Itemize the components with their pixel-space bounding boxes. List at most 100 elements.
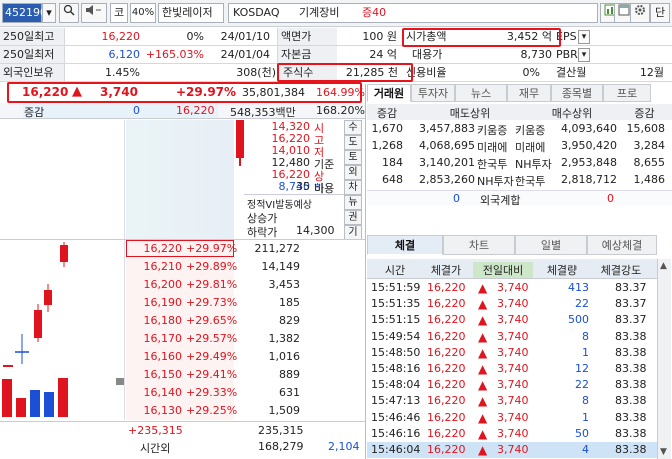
trade-price: 16,220: [427, 313, 466, 327]
trade-time: 15:51:35: [371, 297, 421, 311]
trade-change: 3,740: [497, 443, 529, 456]
margin-pct: 40%: [130, 3, 156, 23]
bid-price: 16,220: [143, 242, 183, 255]
trade-tab-2[interactable]: 일별: [515, 235, 587, 255]
side-tab-1[interactable]: 도: [344, 135, 362, 150]
side-tab-5[interactable]: 뉴: [344, 195, 362, 210]
broker-tab-2[interactable]: 뉴스: [455, 84, 507, 102]
up-arrow-icon: ▲: [478, 443, 488, 457]
trade-tab-bar: 체결 차트 일별 예상체결: [367, 235, 657, 255]
bid-qty: 829: [279, 314, 300, 327]
broker-tab-0[interactable]: 거래원: [367, 84, 411, 102]
bid-rate: +29.33%: [186, 386, 238, 399]
eps-dropdown-icon[interactable]: ▾: [578, 30, 590, 44]
foreign-label: 외국계합: [480, 194, 521, 207]
trade-row[interactable]: 15:46:04 16,220 ▲ 3,740 4 83.38: [367, 442, 657, 458]
dan-button[interactable]: 단: [650, 3, 670, 23]
side-tab-6[interactable]: 권: [344, 210, 362, 225]
broker-sell-qty: 4,068,695: [419, 139, 475, 152]
trade-header-4: 체결강도: [600, 264, 642, 277]
bid-rate: +29.41%: [186, 368, 238, 381]
day-candle-wick: [239, 158, 241, 166]
trade-tab-3[interactable]: 예상체결: [587, 235, 657, 255]
side-tab-7[interactable]: 기: [344, 225, 362, 240]
info-high-pct: 0%: [186, 30, 204, 43]
info-foreign-qty: 308(천): [236, 66, 276, 79]
broker-sell-delta: 184: [382, 156, 403, 169]
trade-change: 3,740: [497, 394, 529, 408]
trade-tab-0[interactable]: 체결: [367, 235, 443, 255]
trade-qty: 1: [582, 345, 589, 359]
broker-row[interactable]: 1,268 4,068,695 미래에 미래에 3,950,420 3,284: [367, 139, 672, 155]
trade-qty: 22: [575, 297, 589, 311]
broker-header-1: 매도상위: [449, 107, 491, 120]
broker-sell-delta: 1,670: [371, 122, 404, 135]
trade-price: 16,220: [427, 378, 466, 392]
side-tab-2[interactable]: 토: [344, 150, 362, 165]
broker-sell-qty: 3,457,883: [419, 122, 475, 135]
after-hours-qty: 168,279: [258, 440, 304, 453]
trade-scrollbar[interactable]: ▲ ▼: [657, 259, 671, 459]
broker-tab-5[interactable]: 프로: [603, 84, 651, 102]
order-book: 14,320 시 16,220 고 14,010 저 12,480 기준 16,220 상 8,74…: [0, 120, 365, 459]
trade-price: 16,220: [427, 426, 466, 440]
trade-qty: 1: [582, 410, 589, 424]
trade-strength: 83.37: [615, 297, 647, 311]
broker-tab-4[interactable]: 종목별: [551, 84, 603, 102]
info-substitute-value: 8,730: [520, 48, 553, 61]
trade-tab-1[interactable]: 차트: [443, 235, 515, 255]
trade-strength: 83.38: [615, 443, 647, 456]
broker-row[interactable]: 184 3,140,201 한국투 NH투자 2,953,848 8,655: [367, 156, 672, 172]
info-label-par: 액면가: [281, 30, 312, 43]
scroll-down-icon[interactable]: ▼: [660, 447, 667, 457]
broker-tab-3[interactable]: 재무: [507, 84, 551, 102]
info-par-value: 100 원: [362, 30, 397, 43]
code-dropdown-icon[interactable]: ▾: [42, 3, 56, 23]
trade-price: 16,220: [427, 345, 466, 359]
side-tab-4[interactable]: 차: [344, 180, 362, 195]
bid-price: 16,160: [143, 350, 183, 363]
highlight-price-bar: [7, 82, 362, 103]
trade-row[interactable]: 15:48:50 16,220 ▲ 3,740 1 83.38: [367, 345, 657, 361]
bid-qty: 211,272: [254, 242, 301, 255]
pbr-dropdown-icon[interactable]: ▾: [578, 48, 590, 62]
broker-header: 증감 매도상위 매수상위 증감: [367, 104, 672, 120]
side-info-value: 35: [296, 180, 310, 193]
stock-code-input[interactable]: 452190: [2, 3, 47, 23]
side-tab-0[interactable]: 수: [344, 120, 362, 135]
trade-row[interactable]: 15:51:59 16,220 ▲ 3,740 413 83.37: [367, 280, 657, 296]
trade-strength: 83.38: [615, 362, 647, 375]
trade-qty: 413: [568, 281, 589, 294]
trade-row[interactable]: 15:48:16 16,220 ▲ 3,740 12 83.38: [367, 361, 657, 377]
ko-label: 코: [110, 3, 128, 23]
day-candle: [236, 120, 244, 158]
trade-row[interactable]: 15:51:15 16,220 ▲ 3,740 500 83.37: [367, 312, 657, 328]
broker-tab-1[interactable]: 투자자: [411, 84, 455, 102]
trade-time: 15:47:13: [371, 394, 421, 408]
foreign-row: 0 외국계합 0: [367, 190, 672, 207]
bid-qty: 631: [279, 386, 300, 399]
broker-row[interactable]: 1,670 3,457,883 키움증 키움증 4,093,640 15,608: [367, 122, 672, 138]
side-tab-3[interactable]: 외: [344, 165, 362, 180]
vi-down-value: 14,300: [296, 224, 335, 237]
trade-row[interactable]: 15:48:04 16,220 ▲ 3,740 22 83.38: [367, 377, 657, 393]
trade-time: 15:48:16: [371, 362, 421, 375]
scroll-up-icon[interactable]: ▲: [660, 261, 667, 271]
gear-icon[interactable]: [630, 3, 650, 23]
broker-row[interactable]: 648 2,853,260 NH투자 한국투 2,818,712 1,486: [367, 173, 672, 189]
broker-header-3: 증감: [634, 107, 655, 120]
speaker-icon[interactable]: [81, 3, 107, 23]
trade-price: 16,220: [427, 329, 466, 343]
search-icon[interactable]: [59, 3, 79, 23]
vi-box: 정적VI발동예상 상승가 하락가 14,300: [244, 194, 344, 239]
trade-row[interactable]: 15:51:35 16,220 ▲ 3,740 22 83.37: [367, 296, 657, 312]
bottom-delta: +235,315: [128, 424, 183, 437]
trade-qty: 22: [575, 378, 589, 392]
trade-change: 3,740: [497, 426, 529, 440]
trade-row[interactable]: 15:49:54 16,220 ▲ 3,740 8 83.38: [367, 329, 657, 345]
trade-row[interactable]: 15:47:13 16,220 ▲ 3,740 8 83.38: [367, 393, 657, 409]
broker-buy-qty: 2,953,848: [561, 156, 617, 169]
trade-row[interactable]: 15:46:16 16,220 ▲ 3,740 50 83.38: [367, 426, 657, 442]
foreign-right: 0: [607, 192, 614, 205]
trade-row[interactable]: 15:46:46 16,220 ▲ 3,740 1 83.38: [367, 410, 657, 426]
